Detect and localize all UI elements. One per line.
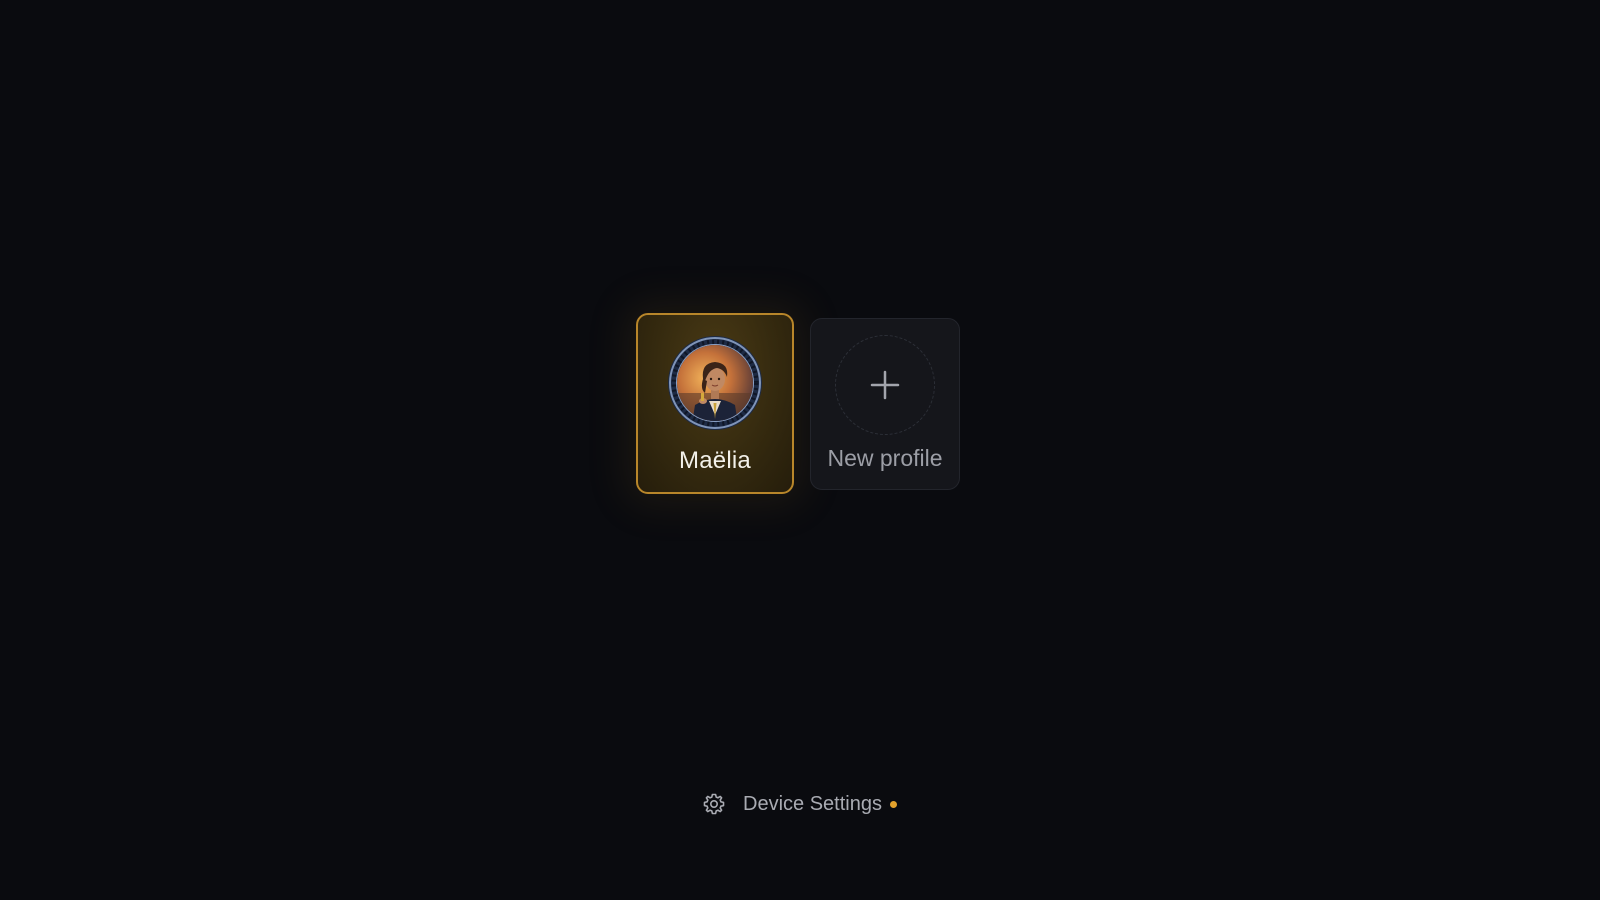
- profile-card-maelia[interactable]: Maëlia: [636, 313, 794, 494]
- device-settings-label: Device Settings: [743, 792, 882, 815]
- avatar-image: [668, 336, 762, 430]
- notification-dot: [889, 800, 897, 808]
- new-profile-label: New profile: [827, 445, 943, 471]
- profile-picker-screen: Maëlia New profile Device Settings: [0, 0, 1600, 900]
- plus-icon: [870, 370, 900, 400]
- avatar: [667, 335, 763, 431]
- device-settings-button[interactable]: Device Settings: [702, 790, 897, 818]
- new-profile-circle: [835, 335, 935, 435]
- gear-icon: [703, 793, 725, 815]
- profile-name: Maëlia: [679, 447, 751, 474]
- new-profile-button[interactable]: New profile: [810, 318, 960, 490]
- profile-list: Maëlia New profile: [0, 0, 1600, 900]
